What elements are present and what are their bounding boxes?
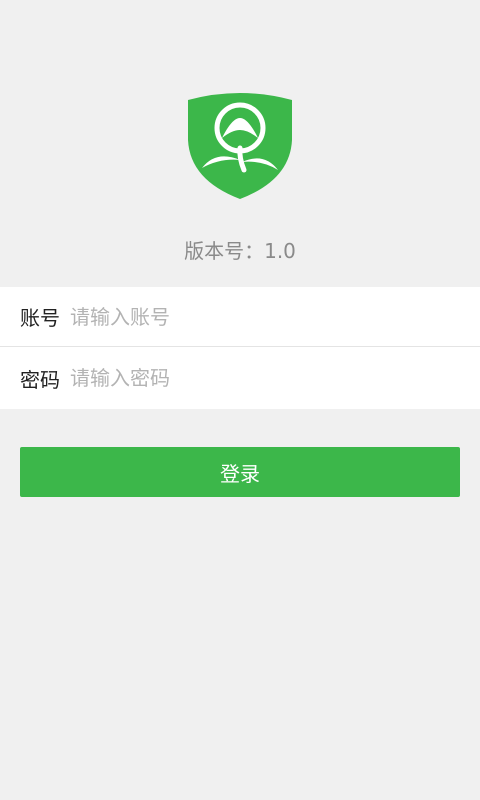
- password-row: 密码: [0, 347, 480, 409]
- login-form: 账号 密码: [0, 287, 480, 409]
- shield-logo-icon: [186, 88, 294, 200]
- login-button[interactable]: 登录: [20, 447, 460, 497]
- account-input[interactable]: [70, 300, 460, 333]
- account-label: 账号: [20, 306, 60, 330]
- password-label: 密码: [20, 367, 60, 392]
- version-label: 版本号：1.0: [184, 239, 296, 263]
- password-input[interactable]: [70, 362, 460, 394]
- account-row: 账号: [0, 287, 480, 346]
